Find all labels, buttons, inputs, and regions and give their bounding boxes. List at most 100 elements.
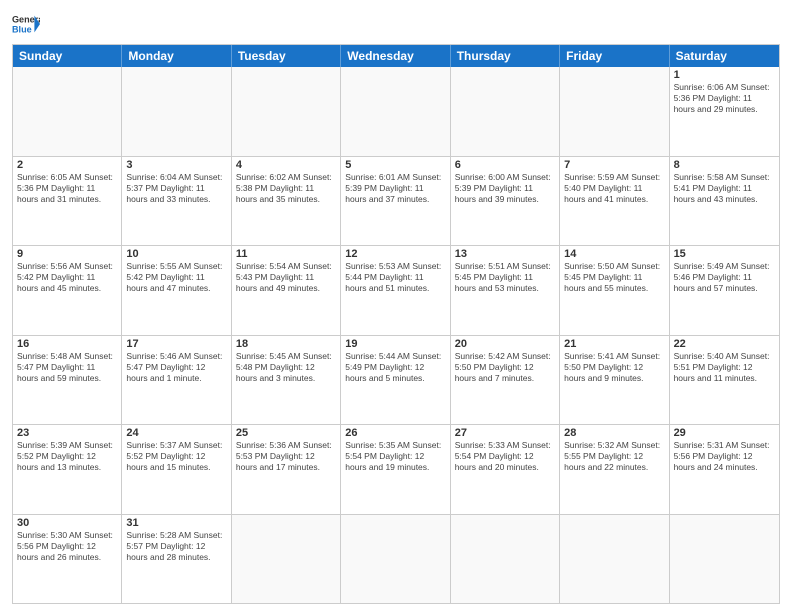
day-cell-7: 7Sunrise: 5:59 AM Sunset: 5:40 PM Daylig… [560,157,669,246]
day-cell-4: 4Sunrise: 6:02 AM Sunset: 5:38 PM Daylig… [232,157,341,246]
day-info: Sunrise: 5:41 AM Sunset: 5:50 PM Dayligh… [564,351,664,384]
day-info: Sunrise: 5:56 AM Sunset: 5:42 PM Dayligh… [17,261,117,294]
day-number: 22 [674,338,775,350]
day-cell-23: 23Sunrise: 5:39 AM Sunset: 5:52 PM Dayli… [13,425,122,514]
day-cell-2: 2Sunrise: 6:05 AM Sunset: 5:36 PM Daylig… [13,157,122,246]
day-cell-12: 12Sunrise: 5:53 AM Sunset: 5:44 PM Dayli… [341,246,450,335]
empty-cell [560,67,669,156]
empty-cell [13,67,122,156]
day-number: 26 [345,427,445,439]
day-cell-25: 25Sunrise: 5:36 AM Sunset: 5:53 PM Dayli… [232,425,341,514]
logo-icon: General Blue [12,10,40,38]
day-number: 13 [455,248,555,260]
calendar-week-3: 9Sunrise: 5:56 AM Sunset: 5:42 PM Daylig… [13,246,779,336]
day-info: Sunrise: 6:04 AM Sunset: 5:37 PM Dayligh… [126,172,226,205]
day-info: Sunrise: 5:44 AM Sunset: 5:49 PM Dayligh… [345,351,445,384]
day-info: Sunrise: 5:31 AM Sunset: 5:56 PM Dayligh… [674,440,775,473]
day-info: Sunrise: 5:51 AM Sunset: 5:45 PM Dayligh… [455,261,555,294]
day-info: Sunrise: 6:00 AM Sunset: 5:39 PM Dayligh… [455,172,555,205]
header-day-monday: Monday [122,45,231,67]
empty-cell [451,515,560,604]
day-cell-14: 14Sunrise: 5:50 AM Sunset: 5:45 PM Dayli… [560,246,669,335]
day-number: 12 [345,248,445,260]
day-number: 23 [17,427,117,439]
empty-cell [341,67,450,156]
day-number: 6 [455,159,555,171]
day-number: 16 [17,338,117,350]
day-number: 9 [17,248,117,260]
day-number: 11 [236,248,336,260]
day-info: Sunrise: 6:01 AM Sunset: 5:39 PM Dayligh… [345,172,445,205]
day-cell-3: 3Sunrise: 6:04 AM Sunset: 5:37 PM Daylig… [122,157,231,246]
day-cell-15: 15Sunrise: 5:49 AM Sunset: 5:46 PM Dayli… [670,246,779,335]
day-cell-27: 27Sunrise: 5:33 AM Sunset: 5:54 PM Dayli… [451,425,560,514]
empty-cell [232,515,341,604]
calendar-week-1: 1Sunrise: 6:06 AM Sunset: 5:36 PM Daylig… [13,67,779,157]
day-number: 17 [126,338,226,350]
day-cell-26: 26Sunrise: 5:35 AM Sunset: 5:54 PM Dayli… [341,425,450,514]
day-number: 10 [126,248,226,260]
day-number: 1 [674,69,775,81]
day-number: 25 [236,427,336,439]
empty-cell [122,67,231,156]
day-info: Sunrise: 5:39 AM Sunset: 5:52 PM Dayligh… [17,440,117,473]
day-number: 21 [564,338,664,350]
day-number: 24 [126,427,226,439]
day-info: Sunrise: 5:53 AM Sunset: 5:44 PM Dayligh… [345,261,445,294]
day-cell-13: 13Sunrise: 5:51 AM Sunset: 5:45 PM Dayli… [451,246,560,335]
day-number: 19 [345,338,445,350]
day-info: Sunrise: 5:49 AM Sunset: 5:46 PM Dayligh… [674,261,775,294]
header-day-tuesday: Tuesday [232,45,341,67]
day-cell-21: 21Sunrise: 5:41 AM Sunset: 5:50 PM Dayli… [560,336,669,425]
day-info: Sunrise: 5:50 AM Sunset: 5:45 PM Dayligh… [564,261,664,294]
day-cell-28: 28Sunrise: 5:32 AM Sunset: 5:55 PM Dayli… [560,425,669,514]
empty-cell [560,515,669,604]
header-day-wednesday: Wednesday [341,45,450,67]
day-number: 14 [564,248,664,260]
header-day-friday: Friday [560,45,669,67]
day-number: 4 [236,159,336,171]
day-info: Sunrise: 5:48 AM Sunset: 5:47 PM Dayligh… [17,351,117,384]
header-day-thursday: Thursday [451,45,560,67]
day-info: Sunrise: 5:59 AM Sunset: 5:40 PM Dayligh… [564,172,664,205]
day-info: Sunrise: 5:33 AM Sunset: 5:54 PM Dayligh… [455,440,555,473]
day-info: Sunrise: 5:46 AM Sunset: 5:47 PM Dayligh… [126,351,226,384]
day-info: Sunrise: 6:06 AM Sunset: 5:36 PM Dayligh… [674,82,775,115]
day-cell-9: 9Sunrise: 5:56 AM Sunset: 5:42 PM Daylig… [13,246,122,335]
day-info: Sunrise: 6:05 AM Sunset: 5:36 PM Dayligh… [17,172,117,205]
day-number: 2 [17,159,117,171]
day-info: Sunrise: 5:37 AM Sunset: 5:52 PM Dayligh… [126,440,226,473]
day-info: Sunrise: 5:45 AM Sunset: 5:48 PM Dayligh… [236,351,336,384]
day-number: 29 [674,427,775,439]
day-number: 28 [564,427,664,439]
day-cell-8: 8Sunrise: 5:58 AM Sunset: 5:41 PM Daylig… [670,157,779,246]
day-info: Sunrise: 5:28 AM Sunset: 5:57 PM Dayligh… [126,530,226,563]
day-info: Sunrise: 5:40 AM Sunset: 5:51 PM Dayligh… [674,351,775,384]
day-info: Sunrise: 5:54 AM Sunset: 5:43 PM Dayligh… [236,261,336,294]
day-cell-19: 19Sunrise: 5:44 AM Sunset: 5:49 PM Dayli… [341,336,450,425]
calendar-body: 1Sunrise: 6:06 AM Sunset: 5:36 PM Daylig… [13,67,779,603]
day-info: Sunrise: 5:30 AM Sunset: 5:56 PM Dayligh… [17,530,117,563]
calendar-week-2: 2Sunrise: 6:05 AM Sunset: 5:36 PM Daylig… [13,157,779,247]
day-cell-22: 22Sunrise: 5:40 AM Sunset: 5:51 PM Dayli… [670,336,779,425]
calendar-week-6: 30Sunrise: 5:30 AM Sunset: 5:56 PM Dayli… [13,515,779,604]
day-number: 8 [674,159,775,171]
page-header: General Blue [12,10,780,38]
day-cell-24: 24Sunrise: 5:37 AM Sunset: 5:52 PM Dayli… [122,425,231,514]
day-number: 5 [345,159,445,171]
day-info: Sunrise: 6:02 AM Sunset: 5:38 PM Dayligh… [236,172,336,205]
day-number: 30 [17,517,117,529]
day-cell-10: 10Sunrise: 5:55 AM Sunset: 5:42 PM Dayli… [122,246,231,335]
day-cell-30: 30Sunrise: 5:30 AM Sunset: 5:56 PM Dayli… [13,515,122,604]
day-number: 27 [455,427,555,439]
empty-cell [451,67,560,156]
calendar: SundayMondayTuesdayWednesdayThursdayFrid… [12,44,780,604]
day-number: 31 [126,517,226,529]
day-cell-20: 20Sunrise: 5:42 AM Sunset: 5:50 PM Dayli… [451,336,560,425]
day-info: Sunrise: 5:55 AM Sunset: 5:42 PM Dayligh… [126,261,226,294]
day-number: 18 [236,338,336,350]
empty-cell [232,67,341,156]
day-cell-1: 1Sunrise: 6:06 AM Sunset: 5:36 PM Daylig… [670,67,779,156]
header-day-sunday: Sunday [13,45,122,67]
day-number: 7 [564,159,664,171]
